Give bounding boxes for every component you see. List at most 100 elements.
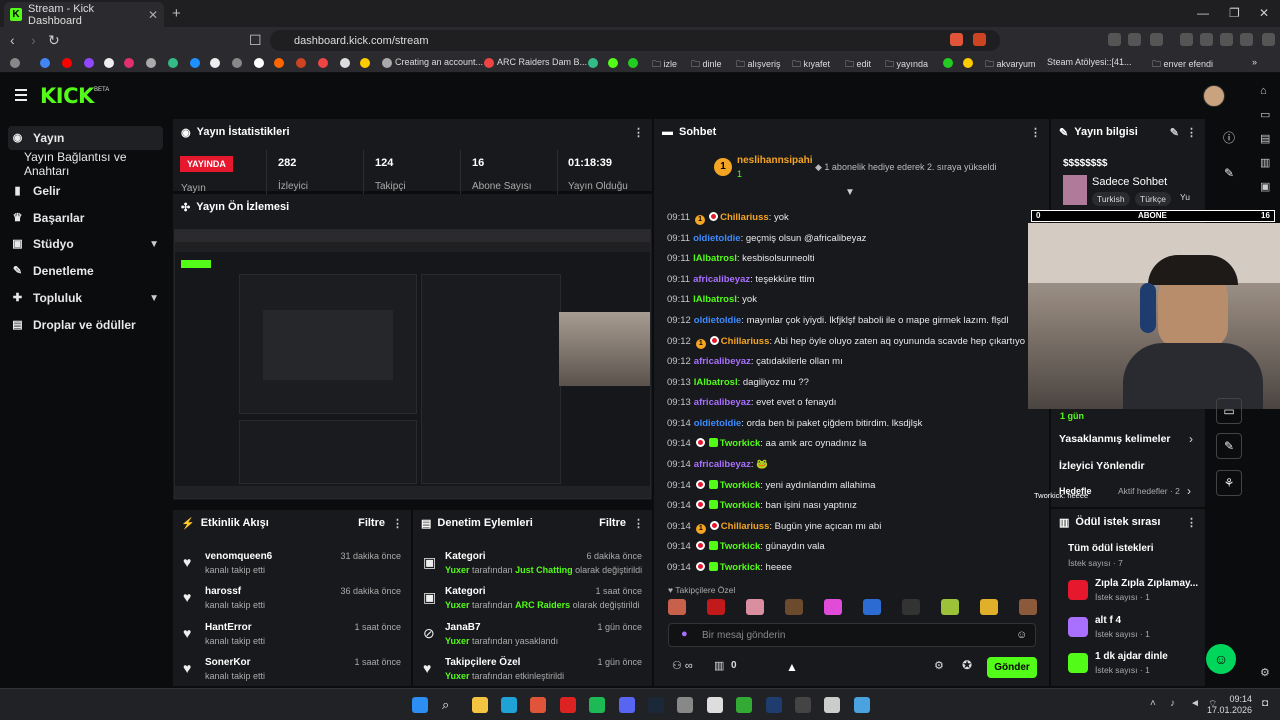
- bookmark-site-icon[interactable]: [382, 58, 392, 68]
- vpn-icon[interactable]: [1240, 33, 1253, 46]
- maximize-icon[interactable]: ❐: [1229, 6, 1240, 20]
- emote-icon[interactable]: [668, 599, 686, 615]
- spotify-icon[interactable]: [589, 697, 605, 713]
- sidebar-item-droplar[interactable]: ▤ Droplar ve ödüller: [8, 313, 163, 337]
- wallet-icon[interactable]: [1200, 33, 1213, 46]
- bookmark-site-icon[interactable]: [190, 58, 200, 68]
- tag-chip[interactable]: Türkçe: [1135, 192, 1171, 206]
- app-icon[interactable]: [736, 697, 752, 713]
- emote-icon[interactable]: [707, 599, 725, 615]
- bookmark-site-icon[interactable]: [943, 58, 953, 68]
- filter-button[interactable]: Filtre: [599, 517, 626, 529]
- filter-button[interactable]: Filtre: [358, 517, 385, 529]
- help-chat-button[interactable]: ☺: [1206, 644, 1236, 674]
- emote-icon[interactable]: [980, 599, 998, 615]
- gift-icon[interactable]: ▥: [714, 659, 724, 672]
- stream-preview-video[interactable]: [174, 229, 651, 499]
- viewer-redirect-link[interactable]: İzleyici Yönlendir: [1059, 460, 1145, 472]
- bookmark-site-icon[interactable]: [608, 58, 618, 68]
- event-user[interactable]: venomqueen6: [205, 551, 272, 562]
- actor-name[interactable]: Yuxer: [445, 671, 470, 681]
- volume-icon[interactable]: ◄: [1190, 698, 1200, 709]
- bookmark-site-icon[interactable]: [210, 58, 220, 68]
- message-username[interactable]: Chillariuss: [721, 336, 770, 347]
- bot-icon[interactable]: ✪: [962, 658, 972, 672]
- bookmark-folder[interactable]: 🗀 izle: [652, 57, 677, 73]
- more-options-icon[interactable]: ⋮: [633, 126, 644, 139]
- bookmark-site-icon[interactable]: [254, 58, 264, 68]
- sidebar-item-gelir[interactable]: ▮ Gelir: [8, 179, 163, 203]
- sidebar-item-topluluk[interactable]: ✚ Topluluk ▼: [8, 286, 163, 310]
- emote-icon[interactable]: [1019, 599, 1037, 615]
- tag-chip[interactable]: Yu: [1180, 192, 1190, 202]
- message-username[interactable]: africalibeyaz: [693, 274, 750, 285]
- message-username[interactable]: Chillariuss: [720, 212, 769, 223]
- address-bar[interactable]: dashboard.kick.com/stream: [270, 30, 1000, 51]
- more-options-icon[interactable]: ⋮: [1186, 126, 1197, 139]
- bookmark-folder[interactable]: 🗀 akvaryum: [985, 57, 1036, 73]
- action-title[interactable]: JanaB7: [445, 622, 481, 633]
- forward-icon[interactable]: ›: [31, 32, 36, 48]
- bookmark-folder[interactable]: 🗀 alışveriş: [736, 57, 781, 73]
- actor-name[interactable]: Yuxer: [445, 565, 470, 575]
- calculator-icon[interactable]: [677, 697, 693, 713]
- bookmark-site-icon[interactable]: [318, 58, 328, 68]
- bookmark-link[interactable]: ARC Raiders Dam B...: [497, 57, 587, 67]
- message-username[interactable]: africalibeyaz: [694, 459, 751, 470]
- side-panel-icon[interactable]: ▥: [1260, 156, 1270, 169]
- emote-icon[interactable]: [824, 599, 842, 615]
- actor-name[interactable]: Yuxer: [445, 600, 470, 610]
- info-icon[interactable]: ⓘ: [1216, 124, 1242, 150]
- edge-icon[interactable]: [501, 697, 517, 713]
- bookmark-folder[interactable]: 🗀 dinle: [691, 57, 722, 73]
- microphone-icon[interactable]: ♪: [1170, 698, 1175, 709]
- side-panel-icon[interactable]: ⌂: [1260, 85, 1267, 97]
- bookmarks-overflow-icon[interactable]: »: [1252, 57, 1257, 67]
- sidebar-item-stream-key[interactable]: Yayın Bağlantısı ve Anahtarı: [20, 150, 170, 178]
- github-icon[interactable]: [146, 58, 156, 68]
- more-options-icon[interactable]: ⋮: [1186, 516, 1197, 529]
- app-icon[interactable]: [824, 697, 840, 713]
- x-icon[interactable]: [104, 58, 114, 68]
- obs-icon[interactable]: [795, 697, 811, 713]
- emote-icon[interactable]: [746, 599, 764, 615]
- reload-icon[interactable]: ↻: [48, 32, 60, 49]
- bookmark-site-icon[interactable]: [274, 58, 284, 68]
- all-rewards-link[interactable]: Tüm ödül istekleri: [1068, 543, 1154, 554]
- message-username[interactable]: africalibeyaz: [694, 356, 751, 367]
- bookmark-site-icon[interactable]: [168, 58, 178, 68]
- event-user[interactable]: SonerKor: [205, 657, 251, 668]
- notification-icon[interactable]: ◘: [1262, 698, 1268, 709]
- side-panel-settings-icon[interactable]: ⚙: [1260, 666, 1270, 679]
- bookmark-site-icon[interactable]: [232, 58, 242, 68]
- brave-shield-icon[interactable]: [950, 33, 963, 46]
- message-username[interactable]: oldietoldie: [693, 233, 741, 244]
- banned-words-link[interactable]: Yasaklanmış kelimeler ›: [1059, 432, 1199, 449]
- moderation-tool-icon[interactable]: ▭: [1216, 398, 1242, 424]
- extension-icon[interactable]: [1108, 33, 1121, 46]
- settings-gear-icon[interactable]: ⚙: [934, 659, 944, 672]
- message-username[interactable]: Tworkick: [720, 562, 760, 573]
- browser-tab[interactable]: K Stream - Kick Dashboard ✕: [4, 2, 164, 27]
- bookmark-folder[interactable]: 🗀 yayında: [885, 57, 928, 73]
- app-icon[interactable]: [707, 697, 723, 713]
- minimize-icon[interactable]: —: [1197, 6, 1209, 20]
- emote-icon[interactable]: [902, 599, 920, 615]
- puzzle-icon[interactable]: [1128, 33, 1141, 46]
- menu-icon[interactable]: [1262, 33, 1275, 46]
- system-clock[interactable]: 09:14 17.01.2026: [1207, 694, 1252, 716]
- message-username[interactable]: Chillariuss: [721, 521, 770, 532]
- tab-close-icon[interactable]: ✕: [148, 8, 158, 22]
- bookmark-site-icon[interactable]: [340, 58, 350, 68]
- message-username[interactable]: Tworkick: [720, 480, 760, 491]
- mic-icon[interactable]: ●: [681, 628, 688, 640]
- tray-overflow-icon[interactable]: ˄: [1150, 698, 1156, 709]
- message-username[interactable]: oldietoldie: [694, 418, 742, 429]
- message-username[interactable]: Tworkick: [720, 541, 760, 552]
- side-panel-icon[interactable]: ▭: [1260, 108, 1270, 121]
- extension2-icon[interactable]: [1150, 33, 1163, 46]
- message-username[interactable]: Tworkick: [720, 438, 760, 449]
- sidebar-item-basarilar[interactable]: ♛ Başarılar: [8, 206, 163, 230]
- category-name[interactable]: Sadece Sohbet: [1092, 176, 1167, 188]
- apps-icon[interactable]: [10, 58, 20, 68]
